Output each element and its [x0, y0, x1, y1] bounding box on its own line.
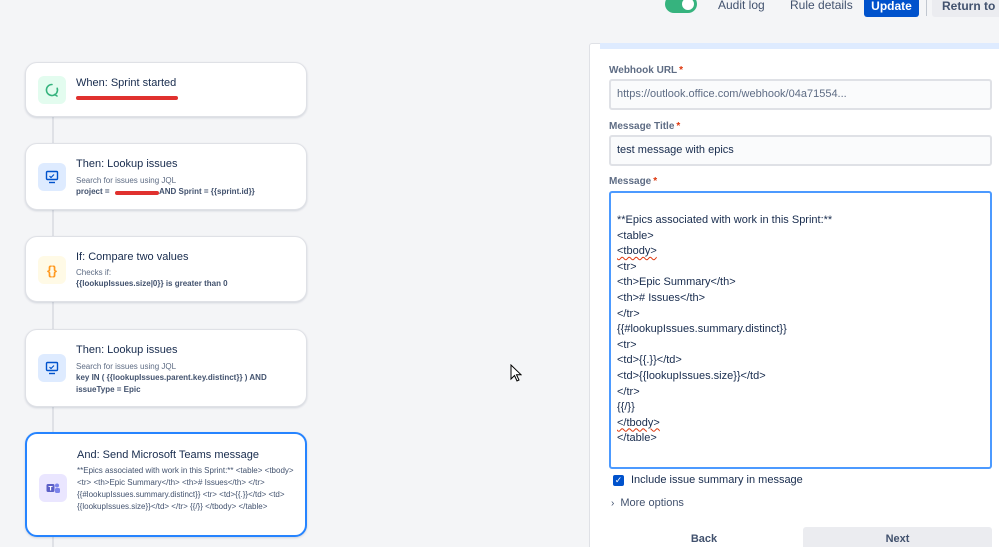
teams-title: And: Send Microsoft Teams message — [77, 449, 259, 461]
message-line: {{/}} — [617, 401, 635, 414]
message-line: </tr> — [617, 385, 640, 398]
more-options-toggle[interactable]: › More options — [611, 497, 684, 509]
message-line: <tr> — [617, 260, 637, 273]
condition-subtitle: Checks if: — [76, 268, 112, 277]
lookup-jql-start: project = — [76, 187, 110, 196]
more-options-label: More options — [620, 497, 684, 509]
message-line: <th># Issues</th> — [617, 291, 706, 304]
back-button[interactable]: Back — [609, 527, 799, 547]
panel-header-strip — [600, 43, 999, 49]
lookup-epics-title: Then: Lookup issues — [76, 344, 178, 356]
lookup-issues-card[interactable]: Then: Lookup issues Search for issues us… — [25, 143, 307, 210]
message-line: <table> — [617, 229, 654, 242]
condition-card[interactable]: {} If: Compare two values Checks if: {{l… — [25, 236, 307, 302]
include-summary-checkbox[interactable]: ✓ — [613, 475, 624, 486]
message-title-label: Message Title * — [609, 121, 681, 132]
redaction-mark — [115, 191, 159, 195]
message-line: <td>{{lookupIssues.size}}</td> — [617, 369, 766, 382]
teams-icon: T — [39, 474, 67, 502]
lookup-epics-subtitle: Search for issues using JQL — [76, 362, 177, 371]
message-line: <th>Epic Summary</th> — [617, 276, 736, 289]
message-line: <tbody> — [617, 245, 657, 258]
return-button[interactable]: Return to ru — [932, 0, 999, 17]
message-label: Message * — [609, 176, 658, 187]
trigger-card[interactable]: When: Sprint started — [25, 62, 307, 117]
condition-title: If: Compare two values — [76, 251, 189, 263]
message-line: <td>{{.}}</td> — [617, 354, 682, 367]
audit-log-link[interactable]: Audit log — [718, 0, 765, 12]
lookup-issues-icon — [38, 354, 66, 382]
message-line: </table> — [617, 432, 657, 445]
include-summary-label[interactable]: Include issue summary in message — [631, 474, 803, 486]
trigger-title: When: Sprint started — [76, 77, 177, 89]
message-line: **Epics associated with work in this Spr… — [617, 214, 833, 226]
lookup-subtitle: Search for issues using JQL — [76, 176, 177, 185]
lookup-epics-card[interactable]: Then: Lookup issues Search for issues us… — [25, 329, 307, 407]
next-button[interactable]: Next — [803, 527, 992, 547]
lookup-title: Then: Lookup issues — [76, 158, 178, 170]
redaction-mark — [76, 96, 178, 100]
divider — [926, 0, 927, 16]
message-title-input[interactable]: test message with epics — [609, 135, 992, 166]
rule-details-link[interactable]: Rule details — [790, 0, 853, 12]
webhook-url-label: Webhook URL * — [609, 65, 684, 76]
message-line: <tr> — [617, 338, 637, 351]
braces-icon: {} — [38, 256, 66, 284]
teams-message-card[interactable]: T And: Send Microsoft Teams message **Ep… — [25, 432, 307, 537]
teams-message-preview: **Epics associated with work in this Spr… — [77, 466, 294, 511]
lookup-issues-icon — [38, 163, 66, 191]
webhook-url-input[interactable]: https://outlook.office.com/webhook/04a71… — [609, 79, 992, 110]
sprint-trigger-icon — [38, 76, 66, 104]
top-bar: Audit log Rule details Update Return to … — [0, 0, 999, 18]
message-line: </tbody> — [617, 416, 660, 429]
mouse-cursor-icon — [510, 364, 522, 382]
update-button[interactable]: Update — [864, 0, 919, 17]
message-line: </tr> — [617, 307, 640, 320]
rule-enabled-toggle[interactable] — [665, 0, 697, 13]
chevron-right-icon: › — [611, 498, 615, 509]
condition-expression: {{lookupIssues.size|0}} is greater than … — [76, 279, 228, 288]
lookup-jql-end: AND Sprint = {{sprint.id}} — [159, 187, 255, 196]
message-line: {{#lookupIssues.summary.distinct}} — [617, 323, 787, 336]
lookup-epics-jql: key IN ( {{lookupIssues.parent.key.disti… — [76, 373, 267, 394]
message-textarea[interactable]: **Epics associated with work in this Spr… — [609, 191, 992, 469]
